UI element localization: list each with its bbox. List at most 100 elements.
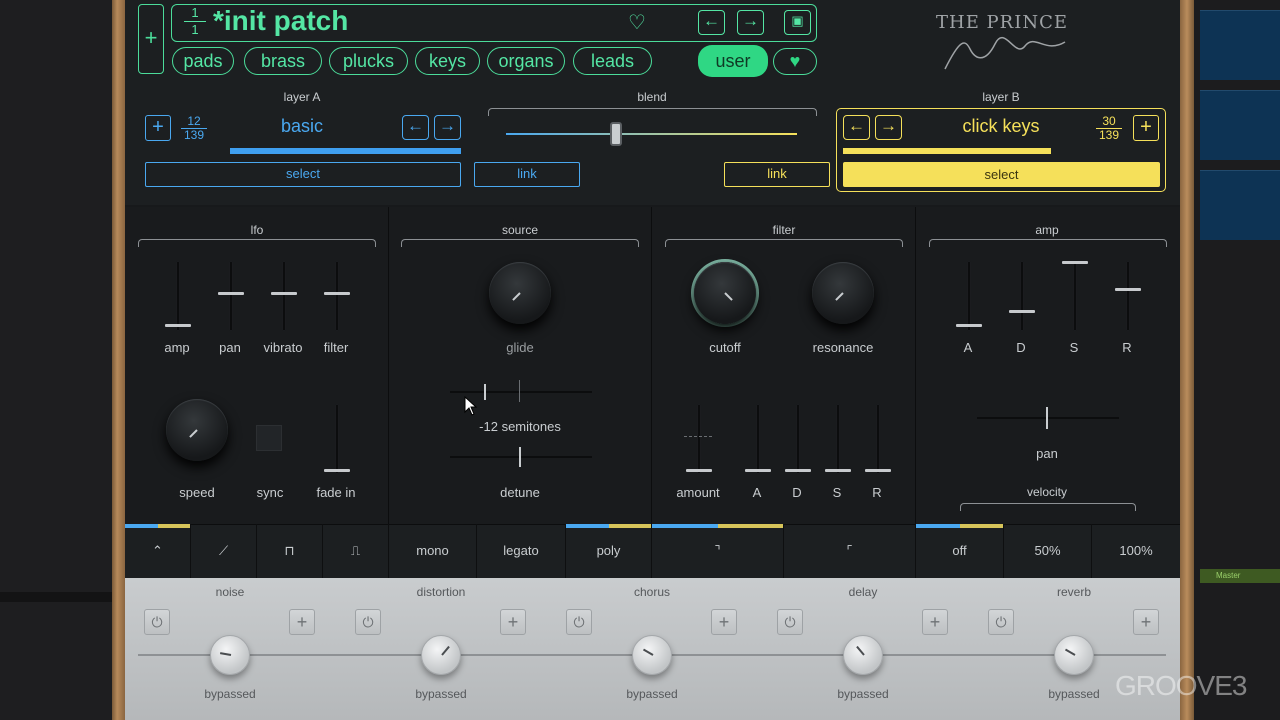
fx-noise-power-icon[interactable]: ⏻: [144, 609, 170, 635]
category-organs[interactable]: organs: [487, 47, 565, 75]
filter-r-fader[interactable]: [877, 405, 879, 473]
master-track[interactable]: Master: [1200, 569, 1280, 583]
lfo-pan-fader-cap[interactable]: [218, 292, 244, 295]
poly-button[interactable]: poly: [566, 524, 652, 578]
next-patch-arrow-icon[interactable]: →: [737, 10, 764, 35]
velocity-50-button[interactable]: 50%: [1004, 524, 1092, 578]
fx-chorus-power-icon[interactable]: ⏻: [566, 609, 592, 635]
user-tab[interactable]: user: [698, 45, 768, 77]
amp-r-fader[interactable]: [1127, 262, 1129, 330]
saw-wave-icon[interactable]: ⟋: [191, 524, 257, 578]
amp-s-fader[interactable]: [1074, 262, 1076, 330]
fx-reverb-knob[interactable]: [1054, 635, 1094, 675]
amp-pan-slider-thumb[interactable]: [1046, 407, 1048, 429]
filter-s-fader-cap[interactable]: [825, 469, 851, 472]
amp-d-fader[interactable]: [1021, 262, 1023, 330]
layer-b-link-button[interactable]: link: [724, 162, 830, 187]
mono-button[interactable]: mono: [389, 524, 477, 578]
favorites-heart-icon[interactable]: ♥: [773, 48, 817, 75]
filter-r-fader-cap[interactable]: [865, 469, 891, 472]
fx-delay-power-icon[interactable]: ⏻: [777, 609, 803, 635]
layer-a-prev-arrow-icon[interactable]: ←: [402, 115, 429, 140]
blend-slider-thumb[interactable]: [610, 122, 622, 146]
layer-b-add-button[interactable]: +: [1133, 115, 1159, 141]
highpass-filter-icon[interactable]: ⌜: [784, 524, 916, 578]
lfo-amp-fader[interactable]: [177, 262, 179, 330]
lfo-filter-fader-cap[interactable]: [324, 292, 350, 295]
lfo-vibrato-fader[interactable]: [283, 262, 285, 330]
triangle-wave-icon[interactable]: ⌃: [125, 524, 191, 578]
detune-slider-thumb[interactable]: [519, 447, 521, 467]
cutoff-knob[interactable]: [694, 262, 756, 324]
detune-slider-track[interactable]: [450, 456, 592, 458]
legato-button[interactable]: legato: [477, 524, 566, 578]
lfo-fade-in-fader[interactable]: [336, 405, 338, 473]
brand-signature: [935, 34, 1075, 74]
layer-b-preset-name[interactable]: click keys: [936, 116, 1066, 137]
layer-a-next-arrow-icon[interactable]: →: [434, 115, 461, 140]
velocity-off-button[interactable]: off: [916, 524, 1004, 578]
fx-chorus-knob[interactable]: [632, 635, 672, 675]
glide-label: glide: [506, 340, 534, 355]
patch-name[interactable]: *init patch: [213, 5, 348, 37]
semitones-center-mark: [519, 380, 520, 402]
category-plucks[interactable]: plucks: [329, 47, 408, 75]
fx-delay-add-icon[interactable]: +: [922, 609, 948, 635]
fx-chorus-add-icon[interactable]: +: [711, 609, 737, 635]
random-wave-icon[interactable]: ⎍: [323, 524, 389, 578]
fx-noise-title: noise: [215, 585, 245, 599]
semitones-slider-track[interactable]: [450, 391, 592, 393]
lowpass-filter-icon[interactable]: ⌝: [652, 524, 784, 578]
add-patch-button[interactable]: +: [138, 4, 164, 74]
prev-patch-arrow-icon[interactable]: ←: [698, 10, 725, 35]
layer-b-select-button[interactable]: select: [843, 162, 1160, 187]
amp-a-fader[interactable]: [968, 262, 970, 330]
amp-s-fader-cap[interactable]: [1062, 261, 1088, 264]
wood-panel-right: [1180, 0, 1194, 720]
layer-a-select-button[interactable]: select: [145, 162, 461, 187]
square-wave-icon[interactable]: ⊓: [257, 524, 323, 578]
fx-distortion-power-icon[interactable]: ⏻: [355, 609, 381, 635]
filter-amount-fader[interactable]: [698, 405, 700, 473]
category-keys[interactable]: keys: [415, 47, 480, 75]
amp-a-fader-cap[interactable]: [956, 324, 982, 327]
fx-distortion-add-icon[interactable]: +: [500, 609, 526, 635]
save-icon[interactable]: ▣: [784, 10, 811, 35]
fx-distortion-knob[interactable]: [421, 635, 461, 675]
filter-d-fader[interactable]: [797, 405, 799, 473]
filter-d-fader-cap[interactable]: [785, 469, 811, 472]
layer-a-preset-name[interactable]: basic: [242, 116, 362, 137]
category-brass[interactable]: brass: [244, 47, 322, 75]
amp-pan-slider-track[interactable]: [977, 417, 1119, 419]
fx-delay-knob[interactable]: [843, 635, 883, 675]
lfo-speed-knob[interactable]: [166, 399, 228, 461]
lfo-pan-fader[interactable]: [230, 262, 232, 330]
glide-knob[interactable]: [489, 262, 551, 324]
category-pads[interactable]: pads: [172, 47, 234, 75]
lfo-amp-fader-cap[interactable]: [165, 324, 191, 327]
heart-outline-icon[interactable]: ♡: [628, 10, 646, 35]
amp-d-fader-cap[interactable]: [1009, 310, 1035, 313]
filter-a-fader[interactable]: [757, 405, 759, 473]
layer-b-prev-arrow-icon[interactable]: ←: [843, 115, 870, 140]
lfo-sync-toggle[interactable]: [256, 425, 282, 451]
layer-a-add-button[interactable]: +: [145, 115, 171, 141]
resonance-knob[interactable]: [812, 262, 874, 324]
velocity-100-button[interactable]: 100%: [1092, 524, 1180, 578]
fx-noise-add-icon[interactable]: +: [289, 609, 315, 635]
filter-s-fader[interactable]: [837, 405, 839, 473]
semitones-slider-thumb[interactable]: [484, 384, 486, 400]
lfo-fade-in-fader-cap[interactable]: [324, 469, 350, 472]
fx-reverb-power-icon[interactable]: ⏻: [988, 609, 1014, 635]
lfo-vibrato-fader-cap[interactable]: [271, 292, 297, 295]
filter-amount-fader-cap[interactable]: [686, 469, 712, 472]
category-leads[interactable]: leads: [573, 47, 652, 75]
layer-a-link-button[interactable]: link: [474, 162, 580, 187]
lfo-filter-fader[interactable]: [336, 262, 338, 330]
layer-b-next-arrow-icon[interactable]: →: [875, 115, 902, 140]
fx-reverb-add-icon[interactable]: +: [1133, 609, 1159, 635]
filter-a-fader-cap[interactable]: [745, 469, 771, 472]
amp-r-fader-cap[interactable]: [1115, 288, 1141, 291]
fx-noise-knob[interactable]: [210, 635, 250, 675]
fx-delay-status: bypassed: [837, 687, 889, 701]
